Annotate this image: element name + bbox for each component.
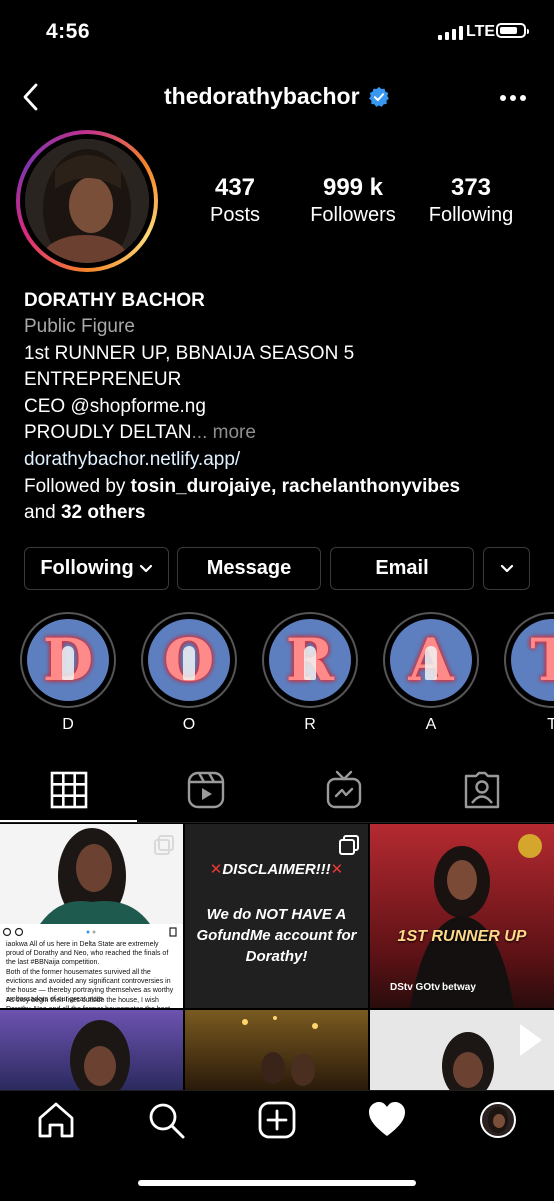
- signal-icon: [438, 26, 463, 40]
- battery-icon: [496, 23, 529, 38]
- bio-line[interactable]: CEO @shopforme.ng: [24, 394, 206, 420]
- post-thumbnail[interactable]: [0, 1010, 183, 1090]
- post-disclaimer: ✕DISCLAIMER!!!✕: [209, 861, 344, 878]
- activity-heart-icon[interactable]: [367, 1100, 407, 1140]
- username-title: thedorathybachor: [164, 83, 360, 109]
- following-count[interactable]: 373 Following: [411, 174, 531, 227]
- suggested-accounts-button[interactable]: [483, 547, 530, 590]
- email-button[interactable]: Email: [330, 547, 474, 590]
- profile-name: DORATHY BACHOR: [24, 290, 205, 311]
- following-button-label: Following: [40, 557, 134, 579]
- highlight-label: D: [62, 716, 74, 733]
- followed-by-names[interactable]: tosin_durojaiye, rachelanthonyvibes: [131, 476, 460, 497]
- following-button[interactable]: Following: [24, 547, 169, 590]
- active-tab-indicator: [0, 820, 137, 822]
- followed-by-count[interactable]: 32 others: [61, 502, 145, 523]
- profile-avatar-icon[interactable]: [480, 1102, 516, 1138]
- highlight-cover-letter: T: [530, 626, 554, 694]
- reels-tab-icon[interactable]: [186, 770, 226, 810]
- followed-by-others[interactable]: and 32 others: [24, 500, 145, 526]
- bio-line: PROUDLY DELTAN... more: [24, 420, 256, 446]
- story-highlight[interactable]: T: [504, 612, 554, 708]
- story-highlight[interactable]: R: [262, 612, 358, 708]
- bio-line-text: PROUDLY DELTAN: [24, 422, 192, 443]
- followed-by[interactable]: Followed by tosin_durojaiye, rachelantho…: [24, 474, 460, 500]
- message-button[interactable]: Message: [177, 547, 321, 590]
- verified-badge-icon: [369, 86, 389, 107]
- post-thumbnail[interactable]: iaokwa All of us here in Delta State are…: [0, 824, 183, 1008]
- igtv-tab-icon[interactable]: [324, 770, 364, 810]
- post-banner-text: 1ST RUNNER UP: [397, 928, 527, 945]
- bio-website-link[interactable]: dorathybachor.netlify.app/: [24, 447, 240, 473]
- posts-count[interactable]: 437 Posts: [175, 174, 295, 227]
- more-options-icon[interactable]: [496, 86, 530, 110]
- tagged-tab-icon[interactable]: [462, 770, 502, 810]
- highlight-label: A: [425, 716, 437, 733]
- followers-count[interactable]: 999 k Followers: [293, 174, 413, 227]
- carousel-icon: [154, 835, 174, 855]
- post-thumbnail[interactable]: ✕DISCLAIMER!!!✕ We do NOT HAVE A GofundM…: [185, 824, 368, 1008]
- chevron-down-icon: [500, 564, 513, 572]
- grid-posts-tab-icon[interactable]: [49, 770, 89, 810]
- post-caption-text: As they begin their lives outside the ho…: [6, 997, 170, 1008]
- video-play-icon: [520, 1024, 542, 1056]
- followed-by-and: and: [24, 502, 61, 523]
- bio-line: 1st RUNNER UP, BBNAIJA SEASON 5: [24, 343, 355, 364]
- new-post-icon[interactable]: [257, 1100, 297, 1140]
- bio-line: ENTREPRENEUR: [24, 369, 182, 390]
- profile-header: thedorathybachor: [0, 83, 554, 110]
- highlight-label: R: [304, 716, 316, 733]
- post-body-text: We do NOT HAVE A GofundMe account for Do…: [196, 906, 357, 965]
- followed-by-prefix: Followed by: [24, 476, 131, 497]
- post-thumbnail[interactable]: [185, 1010, 368, 1090]
- post-thumbnail[interactable]: [370, 1010, 554, 1090]
- home-icon[interactable]: [36, 1100, 76, 1140]
- story-highlight[interactable]: A: [383, 612, 479, 708]
- disclaimer-text: DISCLAIMER!!!: [222, 861, 331, 878]
- highlight-label: T: [547, 716, 554, 733]
- network-type: LTE: [466, 23, 496, 40]
- carousel-icon: [339, 835, 359, 855]
- avatar-thumb: [488, 1107, 508, 1133]
- profile-category: Public Figure: [24, 316, 135, 337]
- sponsor-label: betway: [442, 982, 476, 993]
- more-link[interactable]: ... more: [192, 422, 256, 443]
- chevron-down-icon: [139, 564, 152, 572]
- highlight-label-clip: T: [504, 716, 554, 734]
- avatar-photo: [25, 139, 149, 263]
- search-icon[interactable]: [146, 1100, 186, 1140]
- story-highlight-clip: T: [504, 612, 554, 708]
- story-highlight[interactable]: O: [141, 612, 237, 708]
- post-action-icons: [2, 927, 177, 937]
- sponsor-label: DStv GOtv: [390, 982, 441, 993]
- highlight-label: O: [182, 716, 196, 733]
- profile-avatar[interactable]: [16, 130, 158, 272]
- post-thumbnail[interactable]: 1ST RUNNER UP DStv GOtv betway: [370, 824, 554, 1008]
- story-highlight[interactable]: D: [20, 612, 116, 708]
- post-caption-text: iaokwa All of us here in Delta State are…: [6, 941, 169, 966]
- status-time: 4:56: [46, 20, 91, 43]
- home-indicator: [138, 1180, 416, 1186]
